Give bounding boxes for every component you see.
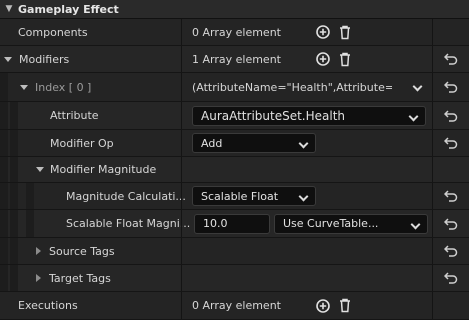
magnitude-calc-value: Scalable Float xyxy=(201,189,279,203)
trash-icon[interactable] xyxy=(336,23,354,41)
add-circle-icon[interactable] xyxy=(314,23,332,41)
modifiers-label: Modifiers xyxy=(19,52,70,66)
reset-button[interactable] xyxy=(432,238,469,264)
scalable-float-label: Scalable Float Magni... xyxy=(66,217,191,230)
components-count: 0 Array element xyxy=(192,25,281,39)
modifier-op-dropdown[interactable]: Add xyxy=(192,133,316,153)
reset-button[interactable] xyxy=(432,73,469,101)
scalable-float-value: 10.0 xyxy=(203,217,228,230)
modifier-magnitude-row: Modifier Magnitude xyxy=(0,157,469,183)
collapse-arrow-icon[interactable]: ▼ xyxy=(0,4,18,14)
curve-table-dropdown[interactable]: Use CurveTable... xyxy=(274,213,428,234)
chevron-down-icon xyxy=(408,111,419,121)
expand-arrow-icon[interactable] xyxy=(20,84,28,90)
reset-button[interactable] xyxy=(432,183,469,209)
executions-row: Executions 0 Array element xyxy=(0,292,469,320)
reset-cell xyxy=(432,157,469,182)
reset-cell xyxy=(432,292,469,319)
index-row: Index [ 0 ] (AttributeName="Health",Attr… xyxy=(0,73,469,102)
modifier-op-label: Modifier Op xyxy=(50,136,114,150)
components-label: Components xyxy=(18,25,88,39)
reset-button[interactable] xyxy=(432,265,469,291)
trash-icon[interactable] xyxy=(336,297,354,315)
modifier-magnitude-label: Modifier Magnitude xyxy=(50,163,157,176)
add-circle-icon[interactable] xyxy=(314,50,332,68)
magnitude-calc-label: Magnitude Calculati... xyxy=(66,189,186,203)
trash-icon[interactable] xyxy=(336,50,354,68)
attribute-dropdown[interactable]: AuraAttributeSet.Health xyxy=(192,105,426,126)
reset-cell xyxy=(432,19,469,45)
expand-arrow-icon[interactable] xyxy=(36,247,41,255)
expand-arrow-icon[interactable] xyxy=(4,56,12,62)
modifier-op-value: Add xyxy=(201,136,223,150)
source-tags-label: Source Tags xyxy=(49,244,115,258)
executions-label: Executions xyxy=(18,299,78,312)
target-tags-row: Target Tags xyxy=(0,265,469,292)
source-tags-row: Source Tags xyxy=(0,238,469,265)
curve-table-value: Use CurveTable... xyxy=(283,217,379,230)
magnitude-calc-row: Magnitude Calculati... Scalable Float xyxy=(0,183,469,210)
executions-count: 0 Array element xyxy=(192,299,281,312)
reset-button[interactable] xyxy=(432,46,469,72)
modifier-op-row: Modifier Op Add xyxy=(0,130,469,157)
attribute-row: Attribute AuraAttributeSet.Health xyxy=(0,102,469,130)
add-circle-icon[interactable] xyxy=(314,297,332,315)
modifiers-count: 1 Array element xyxy=(192,52,281,66)
attribute-label: Attribute xyxy=(50,109,99,122)
modifiers-row: Modifiers 1 Array element xyxy=(0,46,469,73)
magnitude-calc-dropdown[interactable]: Scalable Float xyxy=(192,186,316,206)
attribute-value: AuraAttributeSet.Health xyxy=(201,108,346,123)
reset-button[interactable] xyxy=(432,130,469,156)
target-tags-label: Target Tags xyxy=(49,271,111,285)
expand-arrow-icon[interactable] xyxy=(36,167,44,172)
chevron-down-icon xyxy=(298,138,309,149)
index-label: Index [ 0 ] xyxy=(35,80,92,94)
scalable-float-row: Scalable Float Magni... 10.0 Use CurveTa… xyxy=(0,210,469,238)
chevron-down-icon xyxy=(410,219,421,229)
components-row: Components 0 Array element xyxy=(0,19,469,46)
expand-arrow-icon[interactable] xyxy=(36,274,41,282)
section-header[interactable]: ▼ Gameplay Effect xyxy=(0,0,469,19)
reset-arrow-icon xyxy=(444,53,458,65)
index-value[interactable]: (AttributeName="Health",Attribute="/Sc xyxy=(192,81,392,94)
reset-button[interactable] xyxy=(432,102,469,129)
chevron-down-icon xyxy=(298,191,309,202)
scalable-float-input[interactable]: 10.0 xyxy=(194,213,270,234)
reset-button[interactable] xyxy=(432,210,469,237)
chevron-down-icon[interactable] xyxy=(412,81,423,92)
section-title: Gameplay Effect xyxy=(18,2,119,16)
